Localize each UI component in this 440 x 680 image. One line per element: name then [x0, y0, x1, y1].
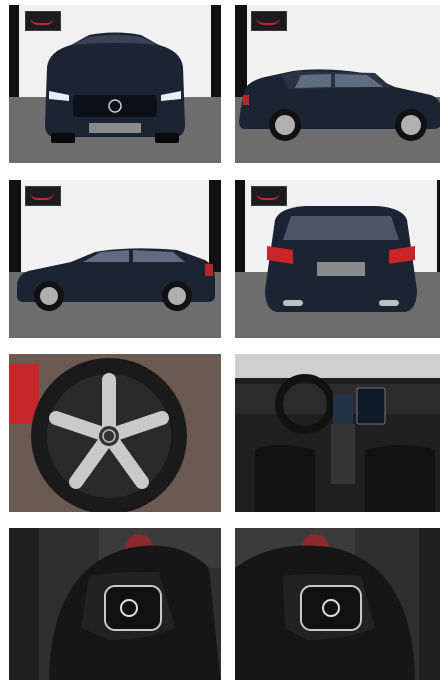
dealer-logo-badge	[25, 11, 61, 31]
photo-rear-view[interactable]	[235, 180, 440, 338]
photo-gallery	[0, 0, 440, 680]
photo-side-left-view[interactable]	[9, 180, 221, 338]
steering-left-image	[9, 528, 221, 680]
dealer-logo-badge	[25, 186, 61, 206]
dealer-logo-badge	[251, 11, 287, 31]
photo-wheel-detail[interactable]	[9, 354, 221, 512]
interior-image	[235, 354, 440, 512]
photo-side-right-view[interactable]	[235, 5, 440, 163]
dealer-logo-badge	[251, 186, 287, 206]
photo-steering-wheel-left-controls[interactable]	[9, 528, 221, 680]
wheel-image	[9, 354, 221, 512]
photo-steering-wheel-right-controls[interactable]	[235, 528, 440, 680]
photo-interior-dashboard[interactable]	[235, 354, 440, 512]
photo-front-view[interactable]	[9, 5, 221, 163]
steering-right-image	[235, 528, 440, 680]
